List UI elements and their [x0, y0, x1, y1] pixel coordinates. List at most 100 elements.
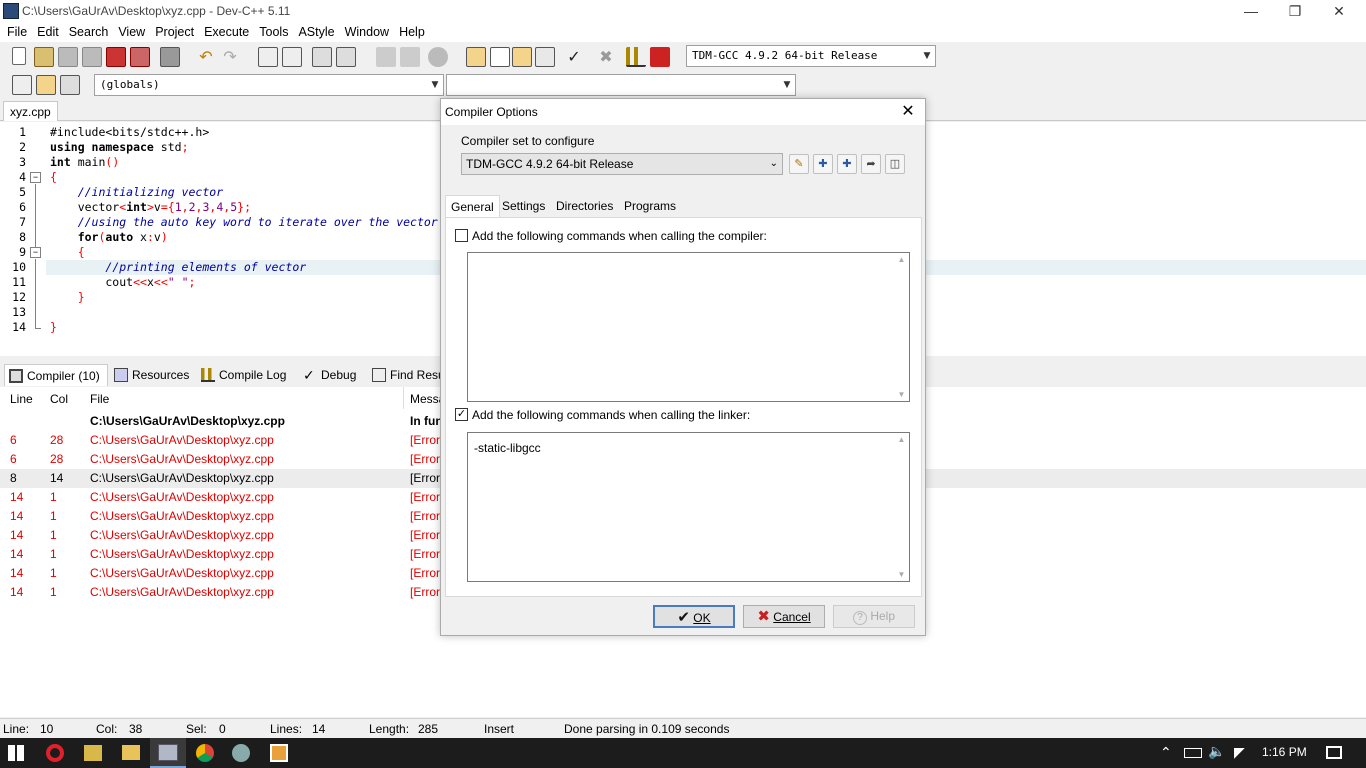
print-icon[interactable] — [160, 47, 180, 67]
menu-edit[interactable]: Edit — [32, 22, 64, 42]
save-icon[interactable] — [58, 47, 78, 67]
menu-file[interactable]: File — [2, 22, 32, 42]
syntax-check-icon[interactable]: ✓ — [564, 47, 584, 67]
run-icon[interactable] — [490, 47, 510, 67]
cell-col: 28 — [50, 452, 64, 466]
save-all-icon[interactable] — [82, 47, 102, 67]
close-button[interactable]: ✕ — [1316, 0, 1362, 22]
col-header-col[interactable]: Col — [50, 392, 68, 406]
tab-directories[interactable]: Directories — [551, 195, 618, 217]
chevron-down-icon: ▼ — [923, 51, 931, 61]
wifi-icon[interactable]: ◤ — [1234, 744, 1245, 761]
open-file-icon[interactable] — [34, 47, 54, 67]
unindent-icon[interactable] — [336, 47, 356, 67]
goto-icon[interactable] — [36, 75, 56, 95]
battery-icon[interactable] — [1184, 748, 1202, 758]
chevron-up-icon[interactable]: ⌃ — [1160, 744, 1172, 761]
cell-line: 6 — [10, 433, 17, 447]
find-icon[interactable] — [258, 47, 278, 67]
menu-window[interactable]: Window — [340, 22, 394, 42]
file-tab-xyz[interactable]: xyz.cpp — [3, 101, 58, 121]
indent-icon[interactable] — [312, 47, 332, 67]
rename-icon[interactable]: ➦ — [861, 154, 881, 174]
insert-icon[interactable] — [12, 75, 32, 95]
fold-toggle-icon[interactable]: − — [30, 247, 41, 258]
compile-icon[interactable] — [466, 47, 486, 67]
col-header-file[interactable]: File — [90, 392, 109, 406]
status-line-label: Line: — [3, 722, 30, 736]
help-icon: ? — [852, 611, 867, 625]
compiler-cmd-textarea[interactable]: ▲ ▼ — [467, 252, 910, 402]
add-set-icon[interactable]: ✚ — [813, 154, 833, 174]
rename-set-icon[interactable]: ✎ — [789, 154, 809, 174]
menu-tools[interactable]: Tools — [254, 22, 293, 42]
trash-icon[interactable]: ◫ — [885, 154, 905, 174]
app-icon[interactable] — [232, 744, 250, 762]
cell-file: C:\Users\GaUrAv\Desktop\xyz.cpp — [90, 528, 274, 542]
col-header-line[interactable]: Line — [10, 392, 33, 406]
tab-settings[interactable]: Settings — [497, 195, 550, 217]
linker-cmd-checkbox[interactable]: ✓ — [455, 408, 468, 421]
windows-start-icon[interactable] — [8, 745, 24, 761]
minimize-button[interactable]: — — [1228, 0, 1274, 22]
cell-col: 1 — [50, 509, 57, 523]
cell-col: 1 — [50, 566, 57, 580]
project-new-icon[interactable] — [376, 47, 396, 67]
check-icon: ✓ — [303, 367, 315, 383]
abort-icon[interactable]: ✖ — [596, 47, 616, 67]
profile-icon[interactable] — [626, 47, 646, 67]
close-icon[interactable]: ✕ — [897, 101, 919, 123]
volume-icon[interactable]: 🔈 — [1208, 743, 1225, 760]
ok-button[interactable]: ✔ OK — [653, 605, 735, 628]
tab-programs[interactable]: Programs — [619, 195, 681, 217]
add-folder-set-icon[interactable]: ✚ — [837, 154, 857, 174]
menu-view[interactable]: View — [113, 22, 150, 42]
devcpp-taskbar-icon[interactable] — [84, 745, 102, 761]
linker-cmd-textarea[interactable]: -static-libgcc ▲ ▼ — [467, 432, 910, 582]
devcpp-window-icon[interactable] — [158, 744, 178, 761]
tab-resources[interactable]: Resources — [110, 364, 189, 386]
close-file-icon[interactable] — [106, 47, 126, 67]
maximize-button[interactable]: ❐ — [1272, 0, 1318, 22]
compiler-cmd-checkbox[interactable] — [455, 229, 468, 242]
project-remove-icon[interactable] — [428, 47, 448, 67]
function-select[interactable]: ▼ — [446, 74, 796, 96]
compiler-select[interactable]: TDM-GCC 4.9.2 64-bit Release ▼ — [686, 45, 936, 67]
tab-find-results[interactable]: Find Resu — [368, 364, 445, 386]
tab-compile-log[interactable]: Compile Log — [197, 364, 286, 386]
tab-debug[interactable]: ✓ Debug — [299, 364, 356, 386]
menu-execute[interactable]: Execute — [199, 22, 254, 42]
tab-general[interactable]: General — [445, 195, 500, 218]
menu-project[interactable]: Project — [150, 22, 199, 42]
scrollbar[interactable]: ▲ ▼ — [894, 253, 909, 401]
line-number: 1 — [19, 125, 26, 139]
replace-icon[interactable] — [282, 47, 302, 67]
delete-profile-icon[interactable] — [650, 47, 670, 67]
project-add-icon[interactable] — [400, 47, 420, 67]
globals-select[interactable]: (globals) ▼ — [94, 74, 444, 96]
line-number: 13 — [12, 305, 26, 319]
code-line: using namespace std; — [50, 140, 189, 154]
chrome-icon[interactable] — [196, 744, 214, 762]
notifications-icon[interactable] — [1326, 746, 1342, 759]
menu-astyle[interactable]: AStyle — [293, 22, 339, 42]
help-button[interactable]: ? Help — [833, 605, 915, 628]
menu-help[interactable]: Help — [394, 22, 430, 42]
redo-icon[interactable]: ↷ — [220, 47, 240, 67]
fold-toggle-icon[interactable]: − — [30, 172, 41, 183]
paint-icon[interactable] — [270, 744, 288, 762]
close-all-icon[interactable] — [130, 47, 150, 67]
clock-time[interactable]: 1:16 PM — [1262, 745, 1307, 759]
scrollbar[interactable]: ▲ ▼ — [894, 433, 909, 581]
compile-run-icon[interactable] — [512, 47, 532, 67]
rebuild-icon[interactable] — [535, 47, 555, 67]
menu-search[interactable]: Search — [64, 22, 114, 42]
cancel-button[interactable]: ✖ Cancel — [743, 605, 825, 628]
undo-icon[interactable]: ↶ — [196, 47, 216, 67]
compiler-set-select[interactable]: TDM-GCC 4.9.2 64-bit Release ⌄ — [461, 153, 783, 175]
bookmark-icon[interactable] — [60, 75, 80, 95]
opera-icon[interactable] — [46, 744, 64, 762]
file-explorer-icon[interactable] — [122, 745, 140, 760]
new-file-icon[interactable] — [12, 47, 26, 65]
tab-compiler[interactable]: Compiler (10) — [4, 364, 108, 386]
